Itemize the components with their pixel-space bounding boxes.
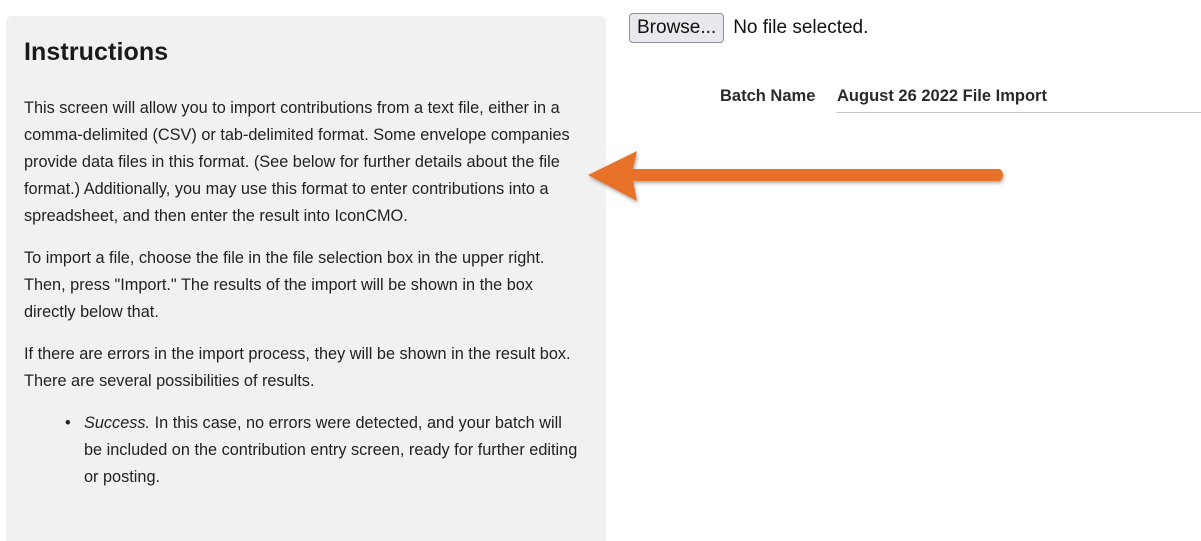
- orange-arrow-annotation: [588, 151, 1003, 201]
- import-contributions-page: Instructions This screen will allow you …: [0, 0, 1201, 541]
- file-selection-row: Browse... No file selected.: [629, 13, 868, 43]
- instructions-title: Instructions: [24, 38, 169, 66]
- list-item-success: • Success. In this case, no errors were d…: [65, 410, 584, 491]
- instructions-paragraph-2: To import a file, choose the file in the…: [24, 249, 545, 321]
- success-description: In this case, no errors were detected, a…: [84, 414, 578, 486]
- batch-name-row: Batch Name: [720, 85, 1201, 113]
- file-status-text: No file selected.: [733, 17, 869, 38]
- instructions-paragraph-3: If there are errors in the import proces…: [24, 345, 571, 390]
- results-list: • Success. In this case, no errors were d…: [24, 410, 588, 491]
- instructions-paragraph-1: This screen will allow you to import con…: [24, 99, 570, 225]
- bullet-marker: •: [65, 414, 71, 432]
- success-term: Success.: [84, 414, 151, 432]
- instructions-panel: Instructions This screen will allow you …: [6, 16, 606, 541]
- batch-name-label: Batch Name: [720, 87, 816, 105]
- batch-name-input[interactable]: [836, 85, 1201, 113]
- browse-button[interactable]: Browse...: [629, 13, 725, 43]
- arrow-icon: [588, 151, 1003, 201]
